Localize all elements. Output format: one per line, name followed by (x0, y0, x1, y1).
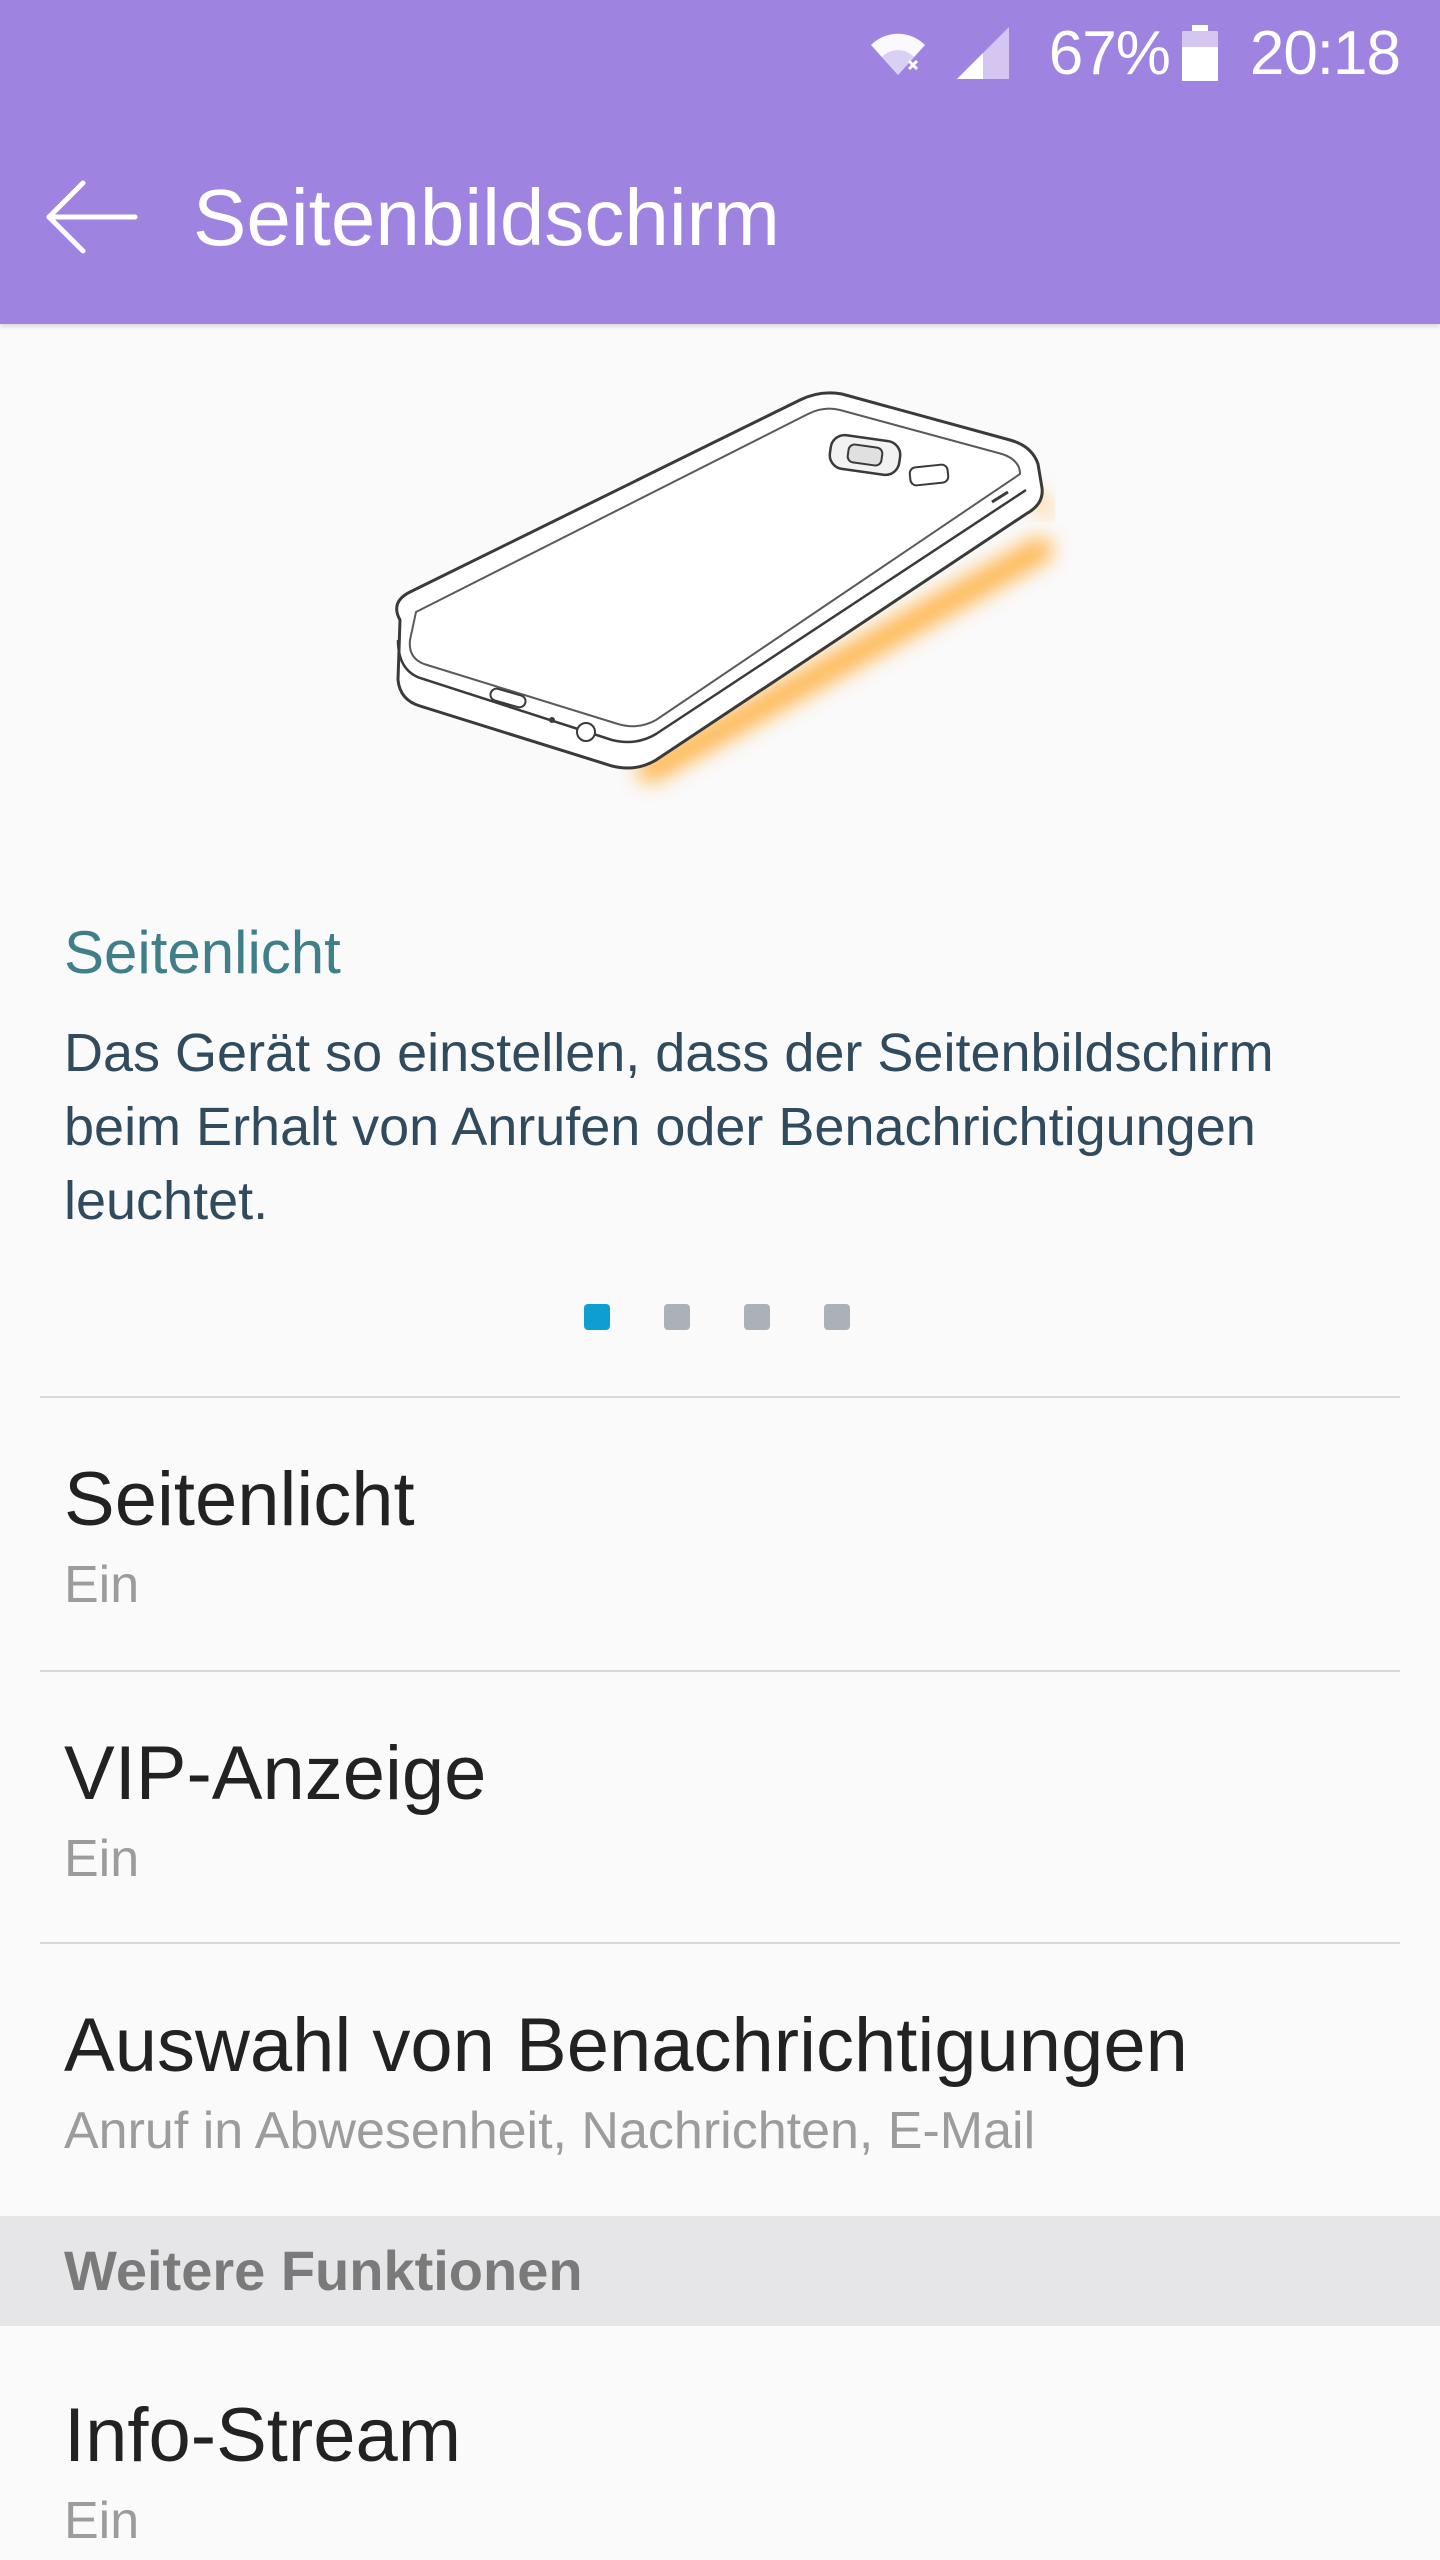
setting-subtitle: Anruf in Abwesenheit, Nachrichten, E-Mai… (64, 2102, 1036, 2160)
setting-subtitle: Ein (64, 1830, 140, 1888)
page-dot[interactable] (824, 1304, 850, 1330)
section-header: Weitere Funktionen (0, 2216, 1440, 2326)
setting-title: Seitenlicht (64, 1457, 415, 1542)
page-dot-active[interactable] (584, 1304, 610, 1330)
edge-light-illustration (395, 391, 1055, 783)
page-dot[interactable] (744, 1304, 770, 1330)
signal-icon (956, 27, 1009, 79)
setting-title: Info-Stream (64, 2393, 462, 2478)
page-indicator[interactable] (584, 1304, 850, 1330)
setting-vip-display[interactable]: VIP-Anzeige Ein (0, 1672, 1440, 1942)
battery-percentage: 67% (1048, 18, 1171, 88)
tip-title: Seitenlicht (64, 919, 341, 986)
page-dot[interactable] (664, 1304, 690, 1330)
app-bar: Seitenbildschirm (0, 110, 1440, 324)
clock: 20:18 (1249, 18, 1401, 88)
section-title: Weitere Funktionen (64, 2239, 583, 2302)
arrow-left-icon (46, 180, 138, 254)
back-button[interactable] (36, 167, 146, 267)
setting-title: VIP-Anzeige (64, 1731, 487, 1816)
setting-subtitle: Ein (64, 1556, 140, 1614)
status-icons: 67% 20:18 (863, 18, 1401, 88)
battery-icon (1181, 25, 1218, 81)
status-bar: 67% 20:18 (0, 0, 1440, 110)
setting-notification-selection[interactable]: Auswahl von Benachrichtigungen Anruf in … (0, 1944, 1440, 2216)
setting-edge-lighting[interactable]: Seitenlicht Ein (0, 1398, 1440, 1670)
page-title: Seitenbildschirm (193, 173, 780, 262)
setting-subtitle: Ein (64, 2492, 140, 2550)
setting-info-stream[interactable]: Info-Stream Ein (0, 2326, 1440, 2560)
tip-description: Das Gerät so einstellen, dass der Seiten… (64, 1023, 1274, 1231)
wifi-icon (870, 33, 925, 75)
setting-title: Auswahl von Benachrichtigungen (64, 2003, 1188, 2088)
